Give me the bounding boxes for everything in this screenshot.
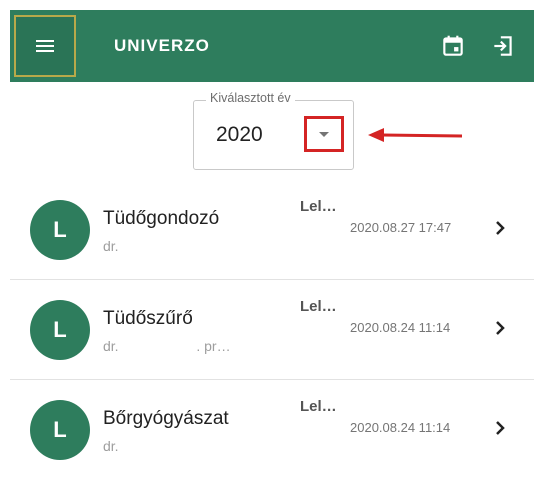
year-select-label: Kiválasztott év xyxy=(206,91,295,105)
chevron-right-icon[interactable] xyxy=(494,420,506,436)
list-item[interactable]: L Tüdőgondozó dr. Lel… 2020.08.27 17:47 xyxy=(10,180,534,280)
chevron-right-icon[interactable] xyxy=(494,320,506,336)
avatar: L xyxy=(30,400,90,460)
item-status: Lel… xyxy=(300,298,337,315)
app-title: UNIVERZO xyxy=(114,36,210,55)
calendar-icon xyxy=(443,35,463,56)
year-select[interactable]: Kiválasztott év 2020 xyxy=(193,91,354,170)
avatar: L xyxy=(30,200,90,260)
red-arrow-annotation xyxy=(368,128,463,142)
year-dropdown-button[interactable] xyxy=(304,116,344,152)
item-subtitle: dr. xyxy=(103,438,119,454)
item-date: 2020.08.24 11:14 xyxy=(350,320,451,335)
item-subtitle: dr. xyxy=(103,238,119,254)
item-title: Bőrgyógyászat xyxy=(103,408,229,429)
menu-icon xyxy=(36,40,54,52)
chevron-right-icon[interactable] xyxy=(494,220,506,236)
item-status: Lel… xyxy=(300,198,337,215)
logout-button[interactable] xyxy=(478,21,528,71)
item-status: Lel… xyxy=(300,398,337,415)
item-title: Tüdőgondozó xyxy=(103,208,220,229)
item-title: Tüdőszűrő xyxy=(103,308,193,329)
calendar-button[interactable] xyxy=(428,21,478,71)
avatar: L xyxy=(30,300,90,360)
list-item[interactable]: L Tüdőszűrő dr. . pr… Lel… 2020.08.24 11… xyxy=(10,280,534,380)
visit-list: L Tüdőgondozó dr. Lel… 2020.08.27 17:47 … xyxy=(10,180,534,480)
item-subtitle: dr. . pr… xyxy=(103,338,231,354)
list-item[interactable]: L Bőrgyógyászat dr. Lel… 2020.08.24 11:1… xyxy=(10,380,534,480)
caret-down-icon xyxy=(319,131,329,137)
item-date: 2020.08.24 11:14 xyxy=(350,420,451,435)
item-date: 2020.08.27 17:47 xyxy=(350,220,452,235)
logout-icon xyxy=(494,36,512,56)
app-bar: UNIVERZO xyxy=(10,10,534,82)
year-select-value[interactable]: 2020 xyxy=(216,123,263,147)
menu-button[interactable] xyxy=(14,15,76,77)
